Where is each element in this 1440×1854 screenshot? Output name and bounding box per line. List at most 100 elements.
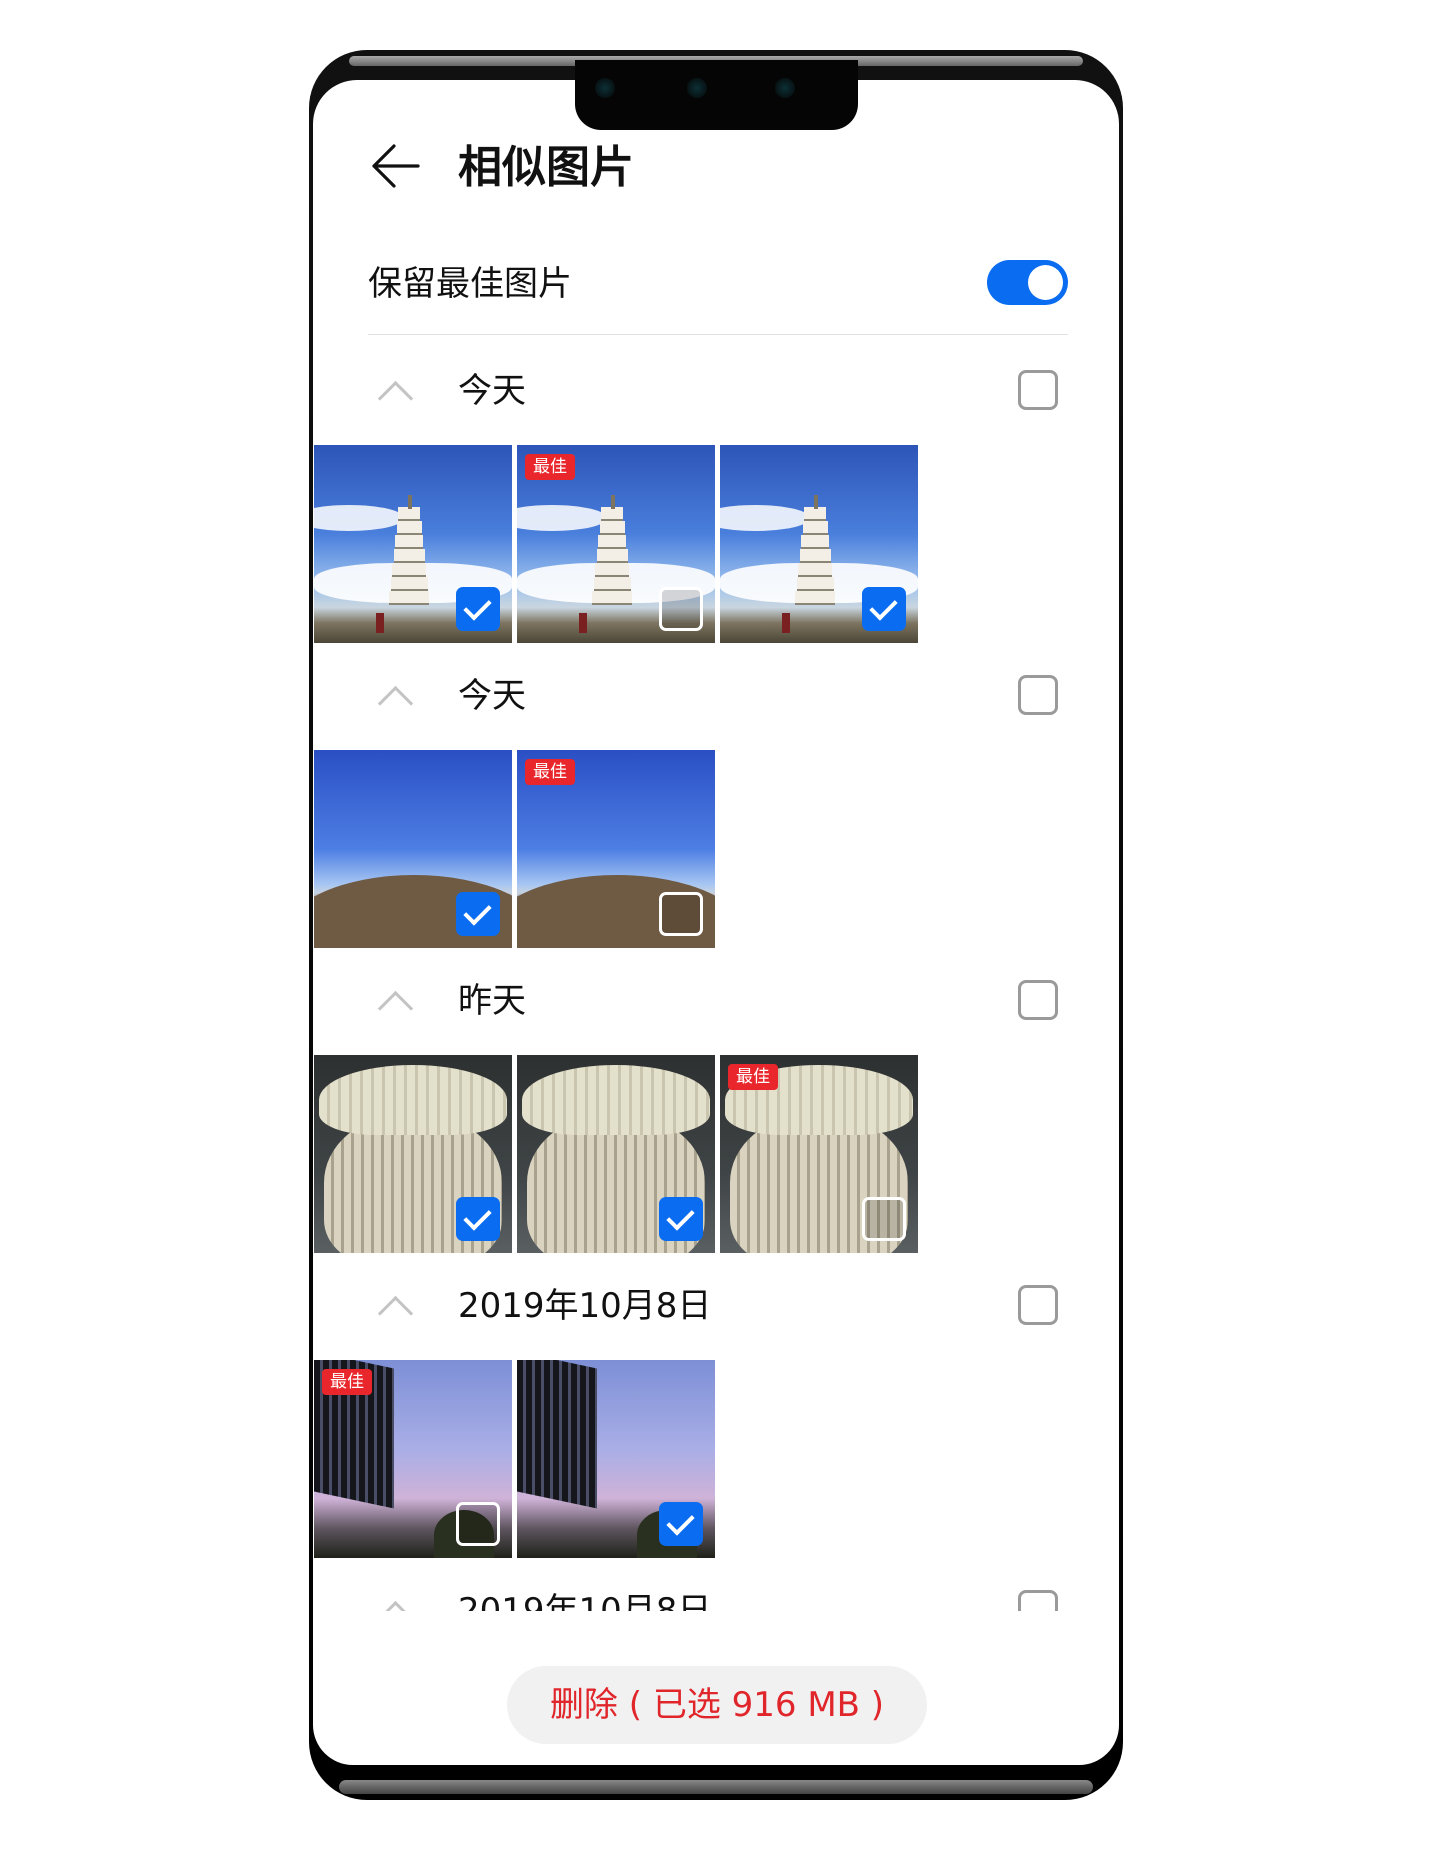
group-header: 昨天 [313, 972, 1119, 1032]
pagoda-tier [389, 591, 429, 605]
photo-group: 2019年10月8日 [313, 1556, 1119, 1611]
similar-photo-groups[interactable]: 今天 最佳 今天 最佳 昨天 最佳 2019年10月8日 最佳 2019年10月… [313, 336, 1119, 1611]
photo-thumbnail-pagoda[interactable] [720, 445, 918, 643]
checked-checkbox-icon[interactable] [456, 892, 500, 936]
group-date-label: 2019年10月8日 [458, 1286, 712, 1326]
photo-row: 最佳 [314, 1055, 918, 1253]
photo-thumbnail-mountain[interactable]: 最佳 [517, 750, 715, 948]
unchecked-checkbox-icon[interactable] [659, 587, 703, 631]
pagoda-tier [595, 563, 629, 577]
chevron-up-icon[interactable] [377, 1600, 414, 1611]
unchecked-checkbox-icon[interactable] [659, 892, 703, 936]
vase-lid [522, 1065, 710, 1135]
pagoda-tier [592, 591, 632, 605]
person [376, 613, 384, 633]
cloud [314, 505, 404, 531]
checked-checkbox-icon[interactable] [862, 587, 906, 631]
chevron-up-icon[interactable] [377, 685, 414, 722]
cloud [517, 505, 607, 531]
best-badge: 最佳 [322, 1369, 372, 1395]
best-badge: 最佳 [525, 454, 575, 480]
unchecked-checkbox-icon[interactable] [456, 1502, 500, 1546]
photo-thumbnail-building[interactable] [517, 1360, 715, 1558]
camera-notch [575, 60, 858, 130]
phone-rim-bottom [339, 1780, 1093, 1794]
pagoda-spire [814, 495, 818, 509]
group-header: 2019年10月8日 [313, 1277, 1119, 1337]
chevron-up-icon[interactable] [377, 1295, 414, 1332]
camera-icon [775, 78, 795, 98]
group-header: 今天 [313, 362, 1119, 422]
camera-icon [595, 78, 615, 98]
photo-group: 昨天 最佳 [313, 946, 1119, 1253]
group-select-checkbox[interactable] [1018, 675, 1058, 715]
checked-checkbox-icon[interactable] [659, 1197, 703, 1241]
page-title: 相似图片 [458, 142, 634, 193]
pagoda-tier [804, 507, 826, 521]
group-select-checkbox[interactable] [1018, 1285, 1058, 1325]
toggle-knob [1028, 265, 1063, 300]
group-select-checkbox[interactable] [1018, 370, 1058, 410]
pagoda-tier [802, 521, 828, 535]
pagoda-tier [395, 535, 423, 549]
photo-group: 今天 最佳 [313, 641, 1119, 948]
photo-row: 最佳 [314, 750, 715, 948]
pagoda-tier [798, 563, 832, 577]
photo-thumbnail-vase[interactable] [517, 1055, 715, 1253]
pagoda-tier [398, 507, 420, 521]
group-date-label: 昨天 [458, 981, 526, 1021]
cloud [720, 505, 810, 531]
unchecked-checkbox-icon[interactable] [862, 1197, 906, 1241]
pagoda-tier [598, 535, 626, 549]
best-badge: 最佳 [525, 759, 575, 785]
photo-group: 今天 最佳 [313, 336, 1119, 643]
photo-thumbnail-building[interactable]: 最佳 [314, 1360, 512, 1558]
pagoda-tier [396, 521, 422, 535]
group-date-label: 今天 [458, 371, 526, 411]
group-date-label: 今天 [458, 676, 526, 716]
pagoda-tier [799, 549, 831, 563]
pagoda-tier [796, 577, 834, 591]
photo-thumbnail-vase[interactable]: 最佳 [720, 1055, 918, 1253]
group-select-checkbox[interactable] [1018, 1590, 1058, 1611]
keep-best-label: 保留最佳图片 [368, 264, 572, 304]
pagoda-tier [801, 535, 829, 549]
photo-group: 2019年10月8日 最佳 [313, 1251, 1119, 1558]
photo-thumbnail-mountain[interactable] [314, 750, 512, 948]
pagoda-tier [593, 577, 631, 591]
building [517, 1360, 597, 1509]
pagoda-tier [599, 521, 625, 535]
checked-checkbox-icon[interactable] [659, 1502, 703, 1546]
group-select-checkbox[interactable] [1018, 980, 1058, 1020]
group-header: 今天 [313, 667, 1119, 727]
photo-row: 最佳 [314, 1360, 715, 1558]
person [579, 613, 587, 633]
pagoda-tier [795, 591, 835, 605]
photo-thumbnail-vase[interactable] [314, 1055, 512, 1253]
pagoda-tier [392, 563, 426, 577]
keep-best-toggle[interactable] [987, 260, 1068, 305]
photo-thumbnail-pagoda[interactable]: 最佳 [517, 445, 715, 643]
pagoda-tier [601, 507, 623, 521]
pagoda-tier [390, 577, 428, 591]
arrow-left-icon [372, 144, 420, 188]
pagoda-spire [408, 495, 412, 509]
person [782, 613, 790, 633]
best-badge: 最佳 [728, 1064, 778, 1090]
back-button[interactable] [370, 143, 420, 189]
chevron-up-icon[interactable] [377, 380, 414, 417]
pagoda-tier [596, 549, 628, 563]
pagoda-spire [611, 495, 615, 509]
delete-button[interactable]: 删除 ( 已选 916 MB ) [507, 1666, 927, 1744]
chevron-up-icon[interactable] [377, 990, 414, 1027]
pagoda-tier [393, 549, 425, 563]
checked-checkbox-icon[interactable] [456, 587, 500, 631]
camera-icon [687, 78, 707, 98]
group-header: 2019年10月8日 [313, 1582, 1119, 1611]
photo-thumbnail-pagoda[interactable] [314, 445, 512, 643]
vase-lid [319, 1065, 507, 1135]
checked-checkbox-icon[interactable] [456, 1197, 500, 1241]
divider [368, 334, 1068, 335]
group-date-label: 2019年10月8日 [458, 1591, 712, 1611]
photo-row: 最佳 [314, 445, 918, 643]
